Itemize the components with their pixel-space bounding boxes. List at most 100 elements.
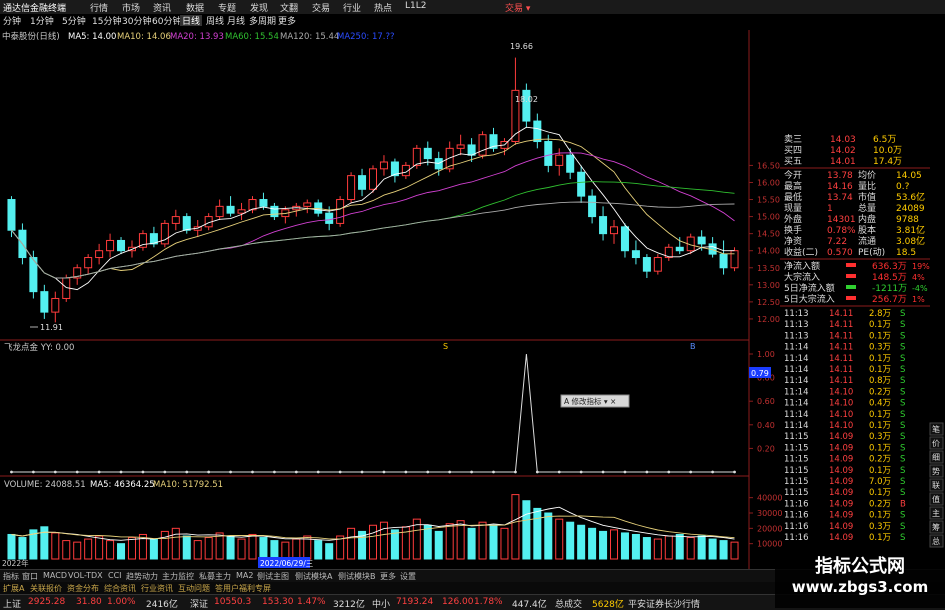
period-tab[interactable]: 5分钟 — [62, 15, 86, 27]
side-tab-label[interactable]: 笔 — [932, 424, 940, 434]
tab-indicator[interactable]: 指标 — [3, 571, 19, 582]
total-turnover-label: 总成交 — [555, 600, 583, 610]
subtab-ext-a[interactable]: 扩展A — [3, 583, 24, 594]
quote-value: 18.5 — [896, 248, 916, 258]
quote-label: 量比 — [858, 180, 876, 192]
chart-area[interactable]: 分钟 1分钟 5分钟 15分钟 30分钟 60分钟 日线 周线 月线 多周期 更… — [0, 14, 945, 569]
side-tab-label[interactable]: 势 — [932, 466, 940, 476]
menu-item-trade[interactable]: 交易 — [312, 1, 330, 14]
menu-item-wenfan[interactable]: 文翻 — [280, 1, 298, 14]
volume-bar — [511, 494, 520, 560]
tab-vol-tdx[interactable]: VOL-TDX — [68, 571, 103, 580]
menu-item-hot[interactable]: 热点 — [374, 1, 392, 14]
candle-body — [358, 175, 367, 190]
period-tab[interactable]: 多周期 — [249, 15, 276, 27]
sz-pct: 1.47% — [297, 597, 326, 607]
ma5-label: MA5: 14.00 — [68, 32, 116, 42]
side-tab-label[interactable]: 值 — [932, 494, 940, 504]
tick-volume: 7.0万 — [869, 477, 891, 487]
menu-item-l1l2[interactable]: L1L2 — [405, 1, 426, 11]
tick-volume: 0.4万 — [869, 399, 891, 409]
candle-body — [544, 141, 553, 166]
side-tab-label[interactable]: 联 — [932, 481, 940, 490]
menu-item-discover[interactable]: 发现 — [250, 1, 268, 14]
tick-volume: 2.8万 — [869, 309, 891, 319]
period-tab[interactable]: 周线 — [206, 15, 224, 27]
tab-main-monitor[interactable]: 主力监控 — [162, 571, 194, 582]
period-tab[interactable]: 月线 — [227, 15, 245, 27]
subtab-industry-news[interactable]: 行业资讯 — [141, 583, 173, 594]
menu-item-market[interactable]: 市场 — [122, 1, 140, 14]
indicator-point — [141, 470, 145, 474]
tab-private-main[interactable]: 私募主力 — [199, 571, 231, 582]
subtab-news[interactable]: 综合资讯 — [104, 583, 136, 594]
menu-item-industry[interactable]: 行业 — [343, 1, 361, 14]
tick-direction: S — [900, 376, 905, 386]
tick-time: 11:15 — [784, 443, 809, 453]
menu-item-news[interactable]: 资讯 — [153, 1, 171, 14]
tab-cci[interactable]: CCI — [108, 571, 122, 580]
tab-window[interactable]: 窗口 — [22, 571, 38, 582]
indicator-point — [31, 470, 35, 474]
subtab-capital[interactable]: 资金分布 — [67, 583, 99, 594]
side-tab-label[interactable]: 主 — [932, 508, 940, 518]
candle-body — [456, 144, 465, 149]
candle-body — [84, 257, 93, 269]
quote-value: 14.16 — [827, 182, 853, 192]
candle-body — [478, 134, 487, 156]
volume-bar — [106, 540, 115, 560]
tab-trend[interactable]: 趋势动力 — [126, 571, 158, 582]
tab-settings[interactable]: 设置 — [400, 571, 416, 582]
volume-bar — [193, 540, 202, 560]
tick-time: 11:16 — [784, 511, 809, 521]
candle-body — [675, 246, 684, 252]
volume-bar — [95, 535, 104, 560]
volume-bar — [566, 521, 575, 560]
tab-more[interactable]: 更多 — [380, 571, 396, 582]
indicator-point — [448, 470, 452, 474]
side-tab-label[interactable]: 总 — [932, 536, 940, 546]
ma120-label: MA120: 15.44 — [280, 32, 339, 42]
candle-body — [719, 253, 728, 269]
period-tab[interactable]: 15分钟 — [92, 15, 121, 27]
sh-label: 上证 — [3, 600, 22, 610]
trade-button[interactable]: 交易 ▾ — [505, 1, 530, 14]
tab-ma2[interactable]: MA2 — [236, 571, 253, 580]
candle-body — [368, 168, 378, 190]
period-tab-active[interactable]: 日线 — [182, 15, 200, 27]
period-tab[interactable]: 30分钟 — [122, 15, 151, 27]
edit-indicator-label[interactable]: A 修改指标 ▾ × — [564, 396, 616, 406]
app-title: 通达信金融终端 — [3, 4, 67, 14]
subtab-qa[interactable]: 互动问题 — [178, 583, 210, 594]
side-tab-label[interactable]: 细 — [932, 452, 940, 462]
menu-item-data[interactable]: 数据 — [186, 1, 204, 14]
volume-bar — [610, 529, 619, 560]
tab-test-b[interactable]: 侧试模块B — [338, 571, 376, 582]
tick-volume: 0.2万 — [869, 499, 891, 509]
tab-macd[interactable]: MACD — [43, 571, 67, 580]
subtab-related[interactable]: 关联报价 — [30, 583, 62, 594]
menu-item-hq[interactable]: 行情 — [90, 1, 108, 14]
volume-bar — [675, 533, 684, 560]
volume-bar — [292, 538, 301, 560]
quote-value: 0.78% — [827, 226, 856, 236]
candle-body — [7, 199, 16, 231]
tick-price: 14.11 — [829, 354, 853, 364]
tab-test-main[interactable]: 侧试主图 — [257, 571, 289, 582]
period-tab[interactable]: 更多 — [278, 15, 296, 27]
candle-body — [182, 216, 191, 231]
capital-flow-label: 大宗流入 — [784, 271, 820, 283]
menu-item-topic[interactable]: 专题 — [218, 1, 236, 14]
period-tab[interactable]: 1分钟 — [30, 15, 54, 27]
tab-test-a[interactable]: 侧试模块A — [295, 571, 332, 582]
period-tab[interactable]: 分钟 — [3, 15, 21, 27]
candle-body — [599, 216, 608, 235]
quote-label: 今开 — [784, 169, 802, 181]
period-tab[interactable]: 60分钟 — [152, 15, 181, 27]
side-tab-label[interactable]: 价 — [932, 439, 940, 448]
side-tab-label[interactable]: 筹 — [932, 522, 940, 532]
subtab-welfare[interactable]: 答用户福利专屏 — [215, 583, 271, 594]
tick-direction: S — [900, 477, 905, 487]
tick-volume: 0.1万 — [869, 511, 891, 521]
volume-bar — [445, 523, 454, 560]
